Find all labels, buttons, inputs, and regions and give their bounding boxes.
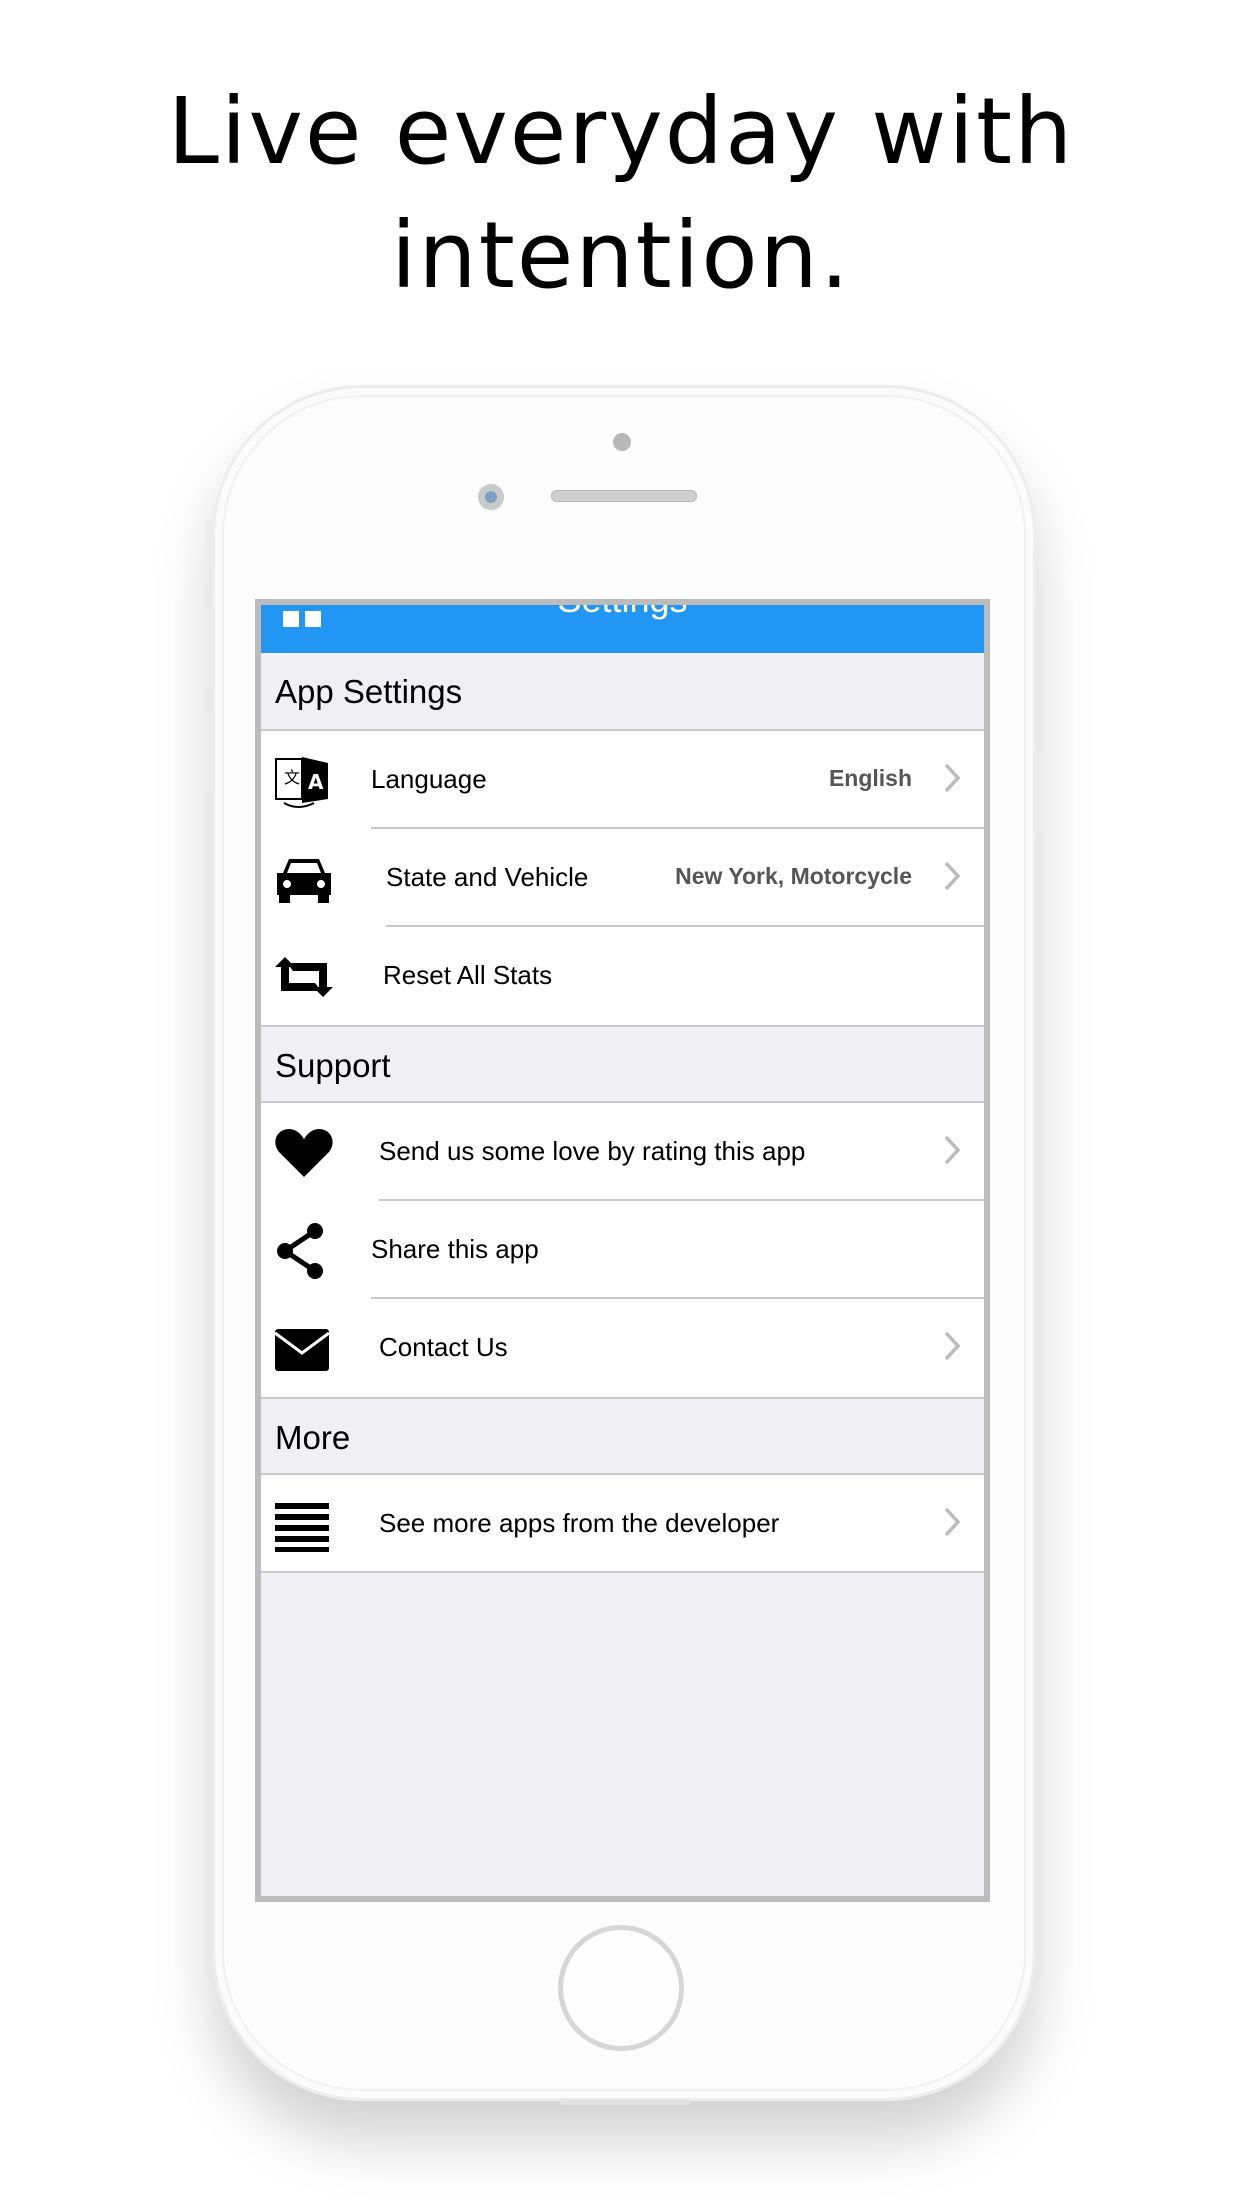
earpiece-speaker [551,490,697,502]
row-label: Share this app [371,1234,539,1264]
chevron-right-icon [944,1331,961,1361]
headline-line-2: intention. [390,202,852,309]
section-title: Support [275,1047,391,1084]
chevron-right-icon [944,1135,961,1165]
row-contact-us[interactable]: Contact Us [261,1299,984,1397]
proximity-sensor [613,433,631,451]
row-state-and-vehicle[interactable]: State and Vehicle New York, Motorcycle [261,829,984,927]
svg-text:A: A [308,770,324,794]
phone-power-button [1036,750,1044,834]
chevron-right-icon [944,1507,961,1537]
row-label: State and Vehicle [386,862,589,892]
row-label: Contact Us [379,1332,508,1362]
phone-volume-up [206,608,214,692]
section-title: More [275,1419,351,1456]
row-label: See more apps from the developer [379,1508,780,1538]
row-reset-all-stats[interactable]: Reset All Stats [261,927,984,1025]
car-icon [273,851,335,907]
heart-icon [273,1125,335,1181]
row-separator [261,1571,984,1573]
section-header-more: More [261,1397,984,1475]
section-title: App Settings [275,673,463,710]
home-button[interactable] [558,1925,684,2051]
headline: Live everyday with intention. [0,70,1242,318]
repeat-icon [273,949,335,1005]
chevron-right-icon [944,763,961,793]
phone-mute-switch [206,520,214,564]
row-language[interactable]: 文 A Language English [261,731,984,829]
headline-line-1: Live everyday with [167,78,1075,185]
list-icon [273,1497,335,1553]
front-camera [478,484,504,510]
share-icon [273,1223,335,1279]
chevron-right-icon [944,861,961,891]
row-label: Reset All Stats [383,960,553,990]
svg-text:文: 文 [284,768,300,787]
translate-icon: 文 A [273,753,335,809]
nav-title: Settings [261,605,984,621]
section-header-support: Support [261,1025,984,1103]
envelope-icon [273,1321,335,1377]
phone-volume-down [206,712,214,796]
row-label: Send us some love by rating this app [379,1136,806,1166]
row-value: New York, Motorcycle [675,863,912,889]
row-more-apps[interactable]: See more apps from the developer [261,1475,984,1573]
row-value: English [828,765,912,791]
settings-screen: Settings App Settings 文 A Language Engli… [255,599,990,1902]
row-rate-app[interactable]: Send us some love by rating this app [261,1103,984,1201]
row-share-app[interactable]: Share this app [261,1201,984,1299]
section-header-app-settings: App Settings [261,653,984,731]
navigation-bar: Settings [261,605,984,653]
row-label: Language [371,764,487,794]
phone-bottom-edge [560,2099,690,2105]
